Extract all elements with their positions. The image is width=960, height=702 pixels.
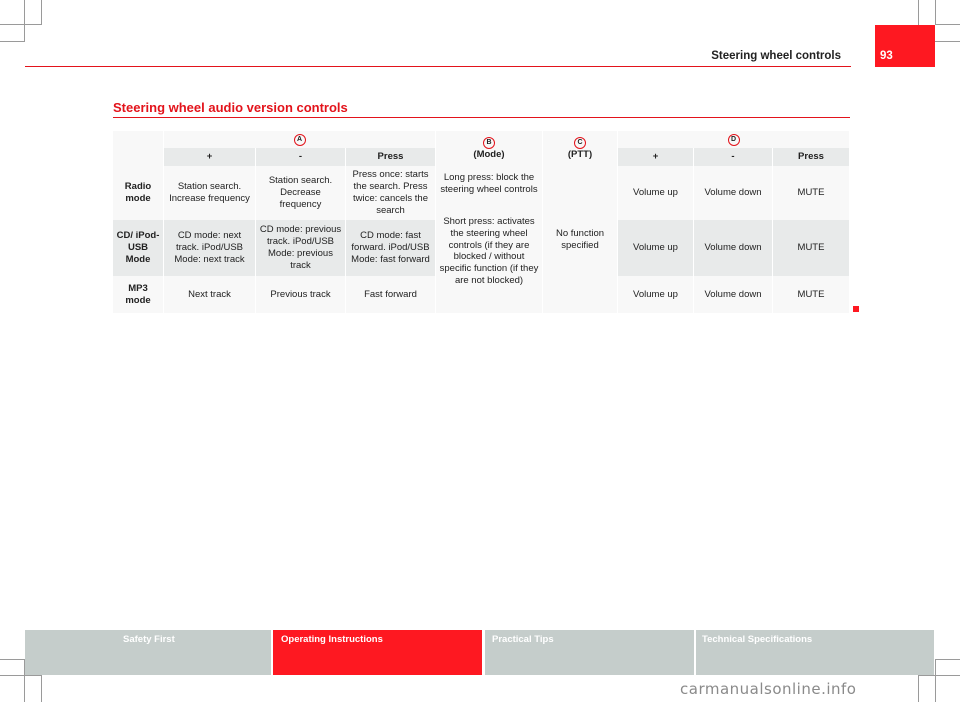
cell-a-minus: Station search. Decrease frequency bbox=[256, 166, 346, 220]
cell-d-minus: Volume down bbox=[694, 276, 773, 313]
section-rule bbox=[113, 117, 850, 118]
crop-mark bbox=[918, 675, 960, 702]
cell-a-plus: CD mode: next track. iPod/USB Mode: next… bbox=[164, 220, 256, 276]
cell-d-minus: Volume down bbox=[694, 220, 773, 276]
cell-d-plus: Volume up bbox=[618, 166, 694, 220]
table-row: Radio mode Station search. Increase freq… bbox=[113, 166, 850, 313]
marker-a-icon: A bbox=[293, 134, 306, 146]
corner-cell bbox=[113, 131, 164, 166]
section-end-marker bbox=[853, 306, 859, 312]
cell-a-press: Fast forward bbox=[346, 276, 436, 313]
d-plus-header: + bbox=[618, 148, 694, 166]
footer-tab-practical-tips[interactable]: Practical Tips bbox=[485, 630, 694, 675]
cell-a-plus: Next track bbox=[164, 276, 256, 313]
cell-d-press: MUTE bbox=[773, 276, 850, 313]
group-b-label: (Mode) bbox=[473, 149, 505, 161]
crop-mark bbox=[0, 675, 42, 702]
cell-b-mode: Long press: block the steering wheel con… bbox=[436, 166, 543, 313]
crop-mark bbox=[0, 0, 25, 42]
watermark: carmanualsonline.info bbox=[680, 680, 857, 698]
cell-d-minus: Volume down bbox=[694, 166, 773, 220]
marker-d-icon: D bbox=[727, 134, 740, 146]
marker-c-icon: C bbox=[574, 137, 586, 150]
footer-tab-operating-instructions[interactable]: Operating Instructions bbox=[273, 630, 482, 675]
cell-d-plus: Volume up bbox=[618, 220, 694, 276]
group-b-header: B (Mode) bbox=[436, 131, 543, 166]
group-c-label: (PTT) bbox=[567, 149, 593, 161]
cell-d-press: MUTE bbox=[773, 166, 850, 220]
d-press-header: Press bbox=[773, 148, 850, 166]
row-mode: Radio mode bbox=[113, 166, 164, 220]
d-minus-header: - bbox=[694, 148, 773, 166]
cell-a-plus: Station search. Increase frequency bbox=[164, 166, 256, 220]
marker-b-icon: B bbox=[483, 137, 495, 150]
row-mode: CD/ iPod-USB Mode bbox=[113, 220, 164, 276]
a-press-header: Press bbox=[346, 148, 436, 166]
b-short-press: Short press: activates the steering whee… bbox=[439, 215, 539, 287]
header-rule bbox=[25, 66, 851, 67]
chapter-title: Steering wheel controls bbox=[711, 50, 841, 62]
cell-d-plus: Volume up bbox=[618, 276, 694, 313]
cell-a-minus: CD mode: previous track. iPod/USB Mode: … bbox=[256, 220, 346, 276]
footer-tab-safety-first[interactable]: Safety First bbox=[25, 630, 271, 675]
row-mode: MP3 mode bbox=[113, 276, 164, 313]
cell-a-press: Press once: starts the search. Press twi… bbox=[346, 166, 436, 220]
controls-table: A B (Mode) C (PTT) D + - Press + - Press… bbox=[113, 131, 850, 313]
cell-c-ptt: No function specified bbox=[543, 166, 618, 313]
group-c-header: C (PTT) bbox=[543, 131, 618, 166]
a-plus-header: + bbox=[164, 148, 256, 166]
cell-a-press: CD mode: fast forward. iPod/USB Mode: fa… bbox=[346, 220, 436, 276]
cell-d-press: MUTE bbox=[773, 220, 850, 276]
group-d-header: D bbox=[618, 131, 850, 148]
b-long-press: Long press: block the steering wheel con… bbox=[440, 172, 538, 195]
a-minus-header: - bbox=[256, 148, 346, 166]
section-title: Steering wheel audio version controls bbox=[113, 100, 348, 115]
cell-a-minus: Previous track bbox=[256, 276, 346, 313]
group-a-header: A bbox=[164, 131, 436, 148]
footer-tab-technical-specifications[interactable]: Technical Specifications bbox=[696, 630, 934, 675]
page-number: 93 bbox=[880, 50, 893, 62]
